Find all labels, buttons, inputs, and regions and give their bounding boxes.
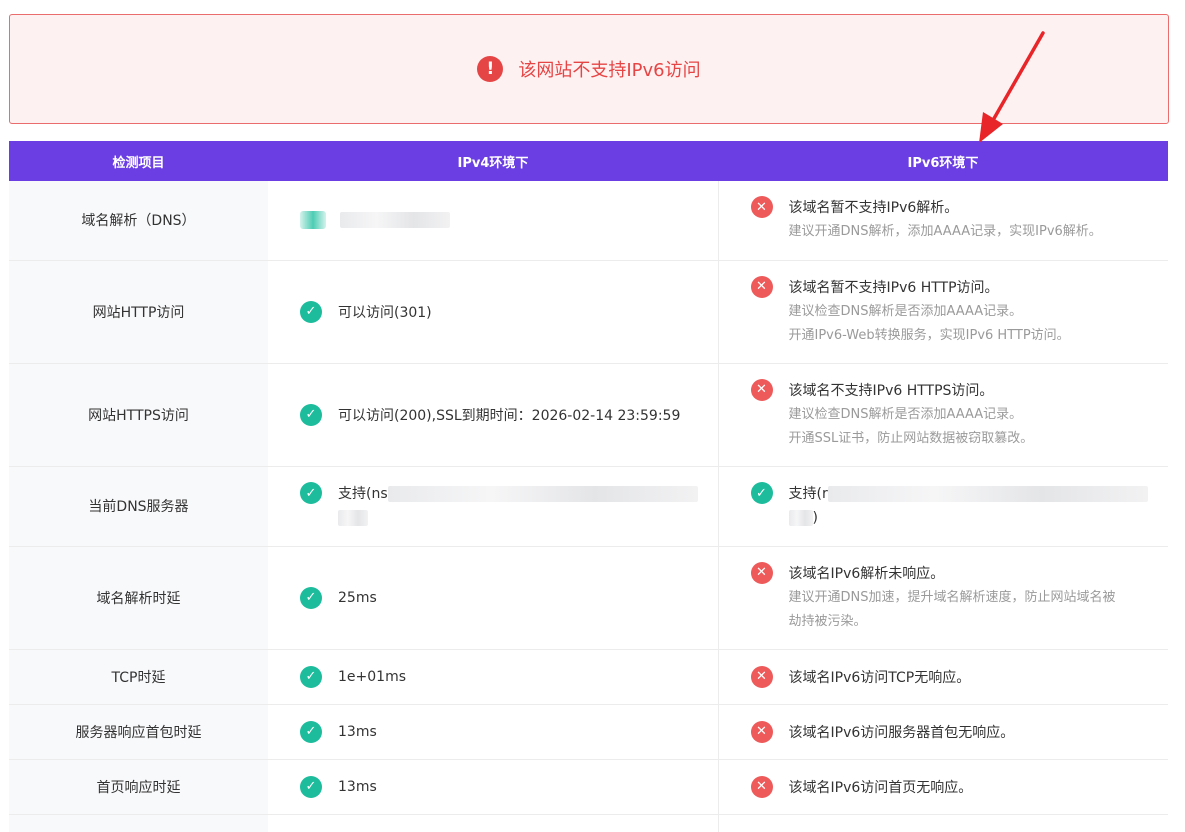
ipv6-status-text: 该域名IPv6访问首页无响应。	[788, 779, 973, 796]
table-row: ✓ ✕	[9, 814, 1168, 832]
check-circle-icon: ✓	[300, 665, 322, 688]
ipv6-status-text: 该域名暂不支持IPv6 HTTP访问。	[788, 279, 999, 296]
x-circle-icon: ✕	[750, 775, 773, 798]
x-circle-icon: ✕	[750, 720, 773, 743]
ipv4-cell: ✓ 可以访问(301)	[268, 260, 718, 364]
ipv6-cell: ✕ 该域名IPv6解析未响应。 建议开通DNS加速，提升域名解析速度，防止网站域…	[717, 546, 1168, 650]
row-item-label: 服务器响应首包时延	[9, 704, 268, 760]
blurred-dns-server	[387, 486, 698, 502]
x-circle-icon: ✕	[750, 275, 773, 298]
row-item-label: 域名解析（DNS）	[9, 181, 268, 261]
header-ipv4: IPv4环境下	[268, 141, 718, 181]
ipv6-status-text: 该域名不支持IPv6 HTTPS访问。	[788, 382, 994, 399]
ipv6-cell: ✕ 该域名不支持IPv6 HTTPS访问。 建议检查DNS解析是否添加AAAA记…	[717, 363, 1168, 467]
x-circle-icon: ✕	[750, 665, 773, 688]
row-item-label: TCP时延	[9, 649, 268, 705]
check-circle-icon: ✓	[750, 482, 773, 504]
ipv4-status-text: 1e+01ms	[338, 668, 406, 685]
table-row: 网站HTTP访问 ✓ 可以访问(301) ✕ 该域名暂不支持IPv6 HTTP访…	[9, 260, 1168, 364]
exclamation-circle-icon: !	[477, 56, 504, 82]
table-row: 首页响应时延 ✓ 13ms ✕ 该域名IPv6访问首页无响应。	[9, 759, 1168, 815]
ipv6-cell: ✕ 该域名暂不支持IPv6 HTTP访问。 建议检查DNS解析是否添加AAAA记…	[717, 260, 1168, 364]
ipv6-status-tail: )	[812, 510, 818, 526]
ipv6-suggestion: 建议检查DNS解析是否添加AAAA记录。	[788, 406, 1023, 422]
ipv4-status-text: 13ms	[338, 778, 377, 795]
check-circle-icon: ✓	[300, 775, 322, 798]
ipv6-suggestion: 开通SSL证书，防止网站数据被窃取篡改。	[788, 430, 1034, 446]
ipv4-cell: ✓ 可以访问(200),SSL到期时间：2026-02-14 23:59:59	[268, 363, 718, 467]
ipv6-alert-banner: ! 该网站不支持IPv6访问	[9, 14, 1169, 124]
ipv6-suggestion: 开通IPv6-Web转换服务，实现IPv6 HTTP访问。	[788, 327, 1070, 343]
blurred-ip-address	[340, 212, 450, 229]
check-circle-icon: ✓	[300, 403, 322, 426]
header-item: 检测项目	[9, 141, 268, 181]
check-circle-icon: ✓	[300, 586, 322, 609]
row-item-label: 当前DNS服务器	[9, 466, 268, 547]
detection-table: 检测项目 IPv4环境下 IPv6环境下 域名解析（DNS） ✕ 该域名暂不支持…	[9, 141, 1168, 832]
table-row: 网站HTTPS访问 ✓ 可以访问(200),SSL到期时间：2026-02-14…	[9, 363, 1168, 467]
ipv6-cell: ✕ 该域名IPv6访问首页无响应。	[717, 759, 1168, 815]
x-circle-icon: ✕	[750, 561, 773, 584]
ipv6-status-text: 该域名IPv6访问服务器首包无响应。	[788, 724, 1015, 741]
page: ! 该网站不支持IPv6访问 检测项目 IPv4环境下 IPv6环境下 域名解析…	[0, 0, 1185, 832]
ipv4-cell: ✓ 支持(ns	[268, 466, 718, 547]
ipv4-status-text: 支持(ns	[338, 486, 388, 502]
blurred-dns-server	[788, 510, 813, 526]
ipv6-cell: ✕	[717, 814, 1168, 832]
ipv6-cell: ✕ 该域名暂不支持IPv6解析。 建议开通DNS解析，添加AAAA记录，实现IP…	[717, 181, 1168, 261]
check-circle-icon: ✓	[300, 482, 322, 504]
row-item-label	[9, 814, 268, 832]
row-item-label: 域名解析时延	[9, 546, 268, 650]
ipv6-cell: ✕ 该域名IPv6访问TCP无响应。	[717, 649, 1168, 705]
ipv4-cell: ✓ 13ms	[268, 704, 718, 760]
blurred-dns-server	[827, 486, 1148, 502]
table-row: 域名解析时延 ✓ 25ms ✕ 该域名IPv6解析未响应。 建议开通DNS加速，…	[9, 546, 1168, 650]
table-row: 当前DNS服务器 ✓ 支持(ns ✓ 支持(r)	[9, 466, 1168, 547]
ipv4-cell: ✓ 1e+01ms	[268, 649, 718, 705]
ipv4-cell: ✓	[268, 814, 718, 832]
blurred-dns-server	[338, 510, 368, 526]
ipv6-suggestion: 建议开通DNS加速，提升域名解析速度，防止网站域名被	[788, 589, 1116, 605]
table-row: 域名解析（DNS） ✕ 该域名暂不支持IPv6解析。 建议开通DNS解析，添加A…	[9, 181, 1168, 261]
ipv4-status-text: 可以访问(200),SSL到期时间：2026-02-14 23:59:59	[338, 407, 681, 424]
ipv4-cell: ✓ 13ms	[268, 759, 718, 815]
alert-message: 该网站不支持IPv6访问	[518, 60, 701, 81]
check-circle-icon: ✓	[300, 720, 322, 743]
row-item-label: 首页响应时延	[9, 759, 268, 815]
x-circle-icon: ✕	[750, 196, 773, 219]
ipv4-cell	[268, 181, 718, 261]
ipv6-suggestion: 建议开通DNS解析，添加AAAA记录，实现IPv6解析。	[788, 224, 1102, 240]
header-ipv6: IPv6环境下	[718, 141, 1168, 181]
table-row: TCP时延 ✓ 1e+01ms ✕ 该域名IPv6访问TCP无响应。	[9, 649, 1168, 705]
ipv6-status-text: 该域名IPv6解析未响应。	[788, 565, 945, 582]
blurred-status-icon	[300, 211, 326, 230]
ipv6-cell: ✓ 支持(r )	[717, 466, 1168, 547]
ipv4-cell: ✓ 25ms	[268, 546, 718, 650]
x-circle-icon: ✕	[750, 378, 773, 401]
check-circle-icon: ✓	[300, 300, 322, 323]
ipv4-status-text: 13ms	[338, 723, 377, 740]
ipv6-suggestion: 劫持被污染。	[788, 613, 867, 629]
ipv6-status-text: 该域名IPv6访问TCP无响应。	[788, 669, 971, 686]
ipv6-cell: ✕ 该域名IPv6访问服务器首包无响应。	[717, 704, 1168, 760]
row-item-label: 网站HTTP访问	[9, 260, 268, 364]
ipv4-status-text: 可以访问(301)	[338, 304, 432, 321]
table-header-row: 检测项目 IPv4环境下 IPv6环境下	[9, 141, 1168, 181]
ipv4-status-text: 25ms	[338, 589, 377, 606]
ipv6-suggestion: 建议检查DNS解析是否添加AAAA记录。	[788, 303, 1023, 319]
table-row: 服务器响应首包时延 ✓ 13ms ✕ 该域名IPv6访问服务器首包无响应。	[9, 704, 1168, 760]
ipv6-status-text: 该域名暂不支持IPv6解析。	[788, 200, 959, 217]
row-item-label: 网站HTTPS访问	[9, 363, 268, 467]
ipv6-status-text: 支持(r	[788, 486, 828, 502]
